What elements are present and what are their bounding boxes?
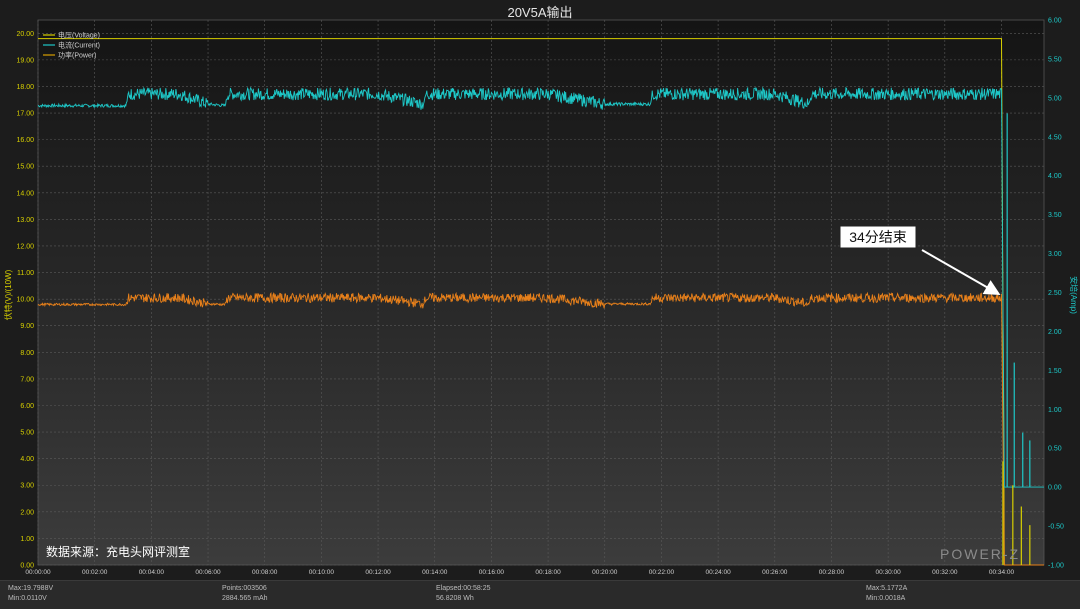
y-left-tick-label: 11.00	[17, 270, 34, 277]
footer-elapsed-stats: Elapsed:00:58:25 56.8208 Wh	[436, 584, 491, 604]
y-right-tick-label: 5.50	[1048, 56, 1062, 63]
x-tick-label: 00:26:00	[762, 569, 788, 576]
y-right-tick-label: 4.50	[1048, 134, 1062, 141]
y-left-tick-label: 1.00	[20, 536, 34, 543]
x-tick-label: 00:10:00	[309, 569, 335, 576]
watermark-logo: POWER-Z	[940, 546, 1020, 562]
y-right-tick-label: 2.00	[1048, 329, 1062, 336]
x-tick-label: 00:08:00	[252, 569, 278, 576]
energy: 56.8208 Wh	[436, 595, 474, 602]
x-tick-label: 00:00:00	[25, 569, 51, 576]
x-tick-label: 00:02:00	[82, 569, 108, 576]
legend-label: 电流(Current)	[58, 41, 100, 50]
x-tick-label: 00:18:00	[535, 569, 561, 576]
y-right-tick-label: 2.50	[1048, 290, 1062, 297]
y-right-tick-label: 0.00	[1048, 485, 1062, 492]
y-left-tick-label: 5.00	[20, 430, 34, 437]
y-axis-right-label: 安培(Amp)	[1069, 276, 1079, 314]
chart-window: 20V5A输出 0.00 1.00 2.00 3.00 4.00 5.00 6.00 7.00…	[0, 0, 1080, 609]
x-tick-label: 00:34:00	[989, 569, 1015, 576]
y-left-tick-label: 19.00	[16, 57, 34, 64]
elapsed: Elapsed:00:58:25	[436, 585, 491, 592]
y-left-tick-label: 20.00	[16, 31, 34, 38]
legend-label: 电压(Voltage)	[58, 31, 100, 40]
x-tick-label: 00:14:00	[422, 569, 448, 576]
x-tick-label: 00:22:00	[649, 569, 675, 576]
x-tick-label: 00:04:00	[139, 569, 165, 576]
x-tick-label: 00:28:00	[819, 569, 845, 576]
y-right-tick-label: -1.00	[1048, 563, 1064, 570]
annotation-text: 34分结束	[849, 229, 907, 245]
min-current: Min:0.0018A	[866, 595, 906, 602]
y-right-tick-label: 3.00	[1048, 251, 1062, 258]
y-axis-left-label: 伏特(V)/(10W)	[3, 269, 13, 320]
capacity: 2884.565 mAh	[222, 595, 268, 602]
legend: 电压(Voltage)电流(Current)功率(Power)	[43, 31, 100, 60]
y-left-tick-label: 18.00	[16, 84, 34, 91]
y-right-tick-label: 0.50	[1048, 446, 1062, 453]
legend-label: 功率(Power)	[58, 51, 97, 60]
y-left-tick-label: 15.00	[16, 164, 34, 171]
footer-voltage-stats: Max:19.7988V Min:0.0110V	[8, 584, 53, 604]
y-left-tick-label: 6.00	[20, 403, 34, 410]
y-left-tick-label: 3.00	[20, 483, 34, 490]
y-left-tick-label: 17.00	[16, 111, 34, 118]
y-left-tick-label: 10.00	[16, 297, 34, 304]
max-current: Max:5.1772A	[866, 585, 908, 592]
y-right-tick-label: 5.00	[1048, 95, 1062, 102]
x-tick-label: 00:32:00	[932, 569, 958, 576]
x-tick-label: 00:20:00	[592, 569, 618, 576]
min-voltage: Min:0.0110V	[8, 595, 47, 602]
chart-canvas: 0.00 1.00 2.00 3.00 4.00 5.00 6.00 7.00 8.00 9.00…	[3, 18, 1079, 577]
source-note: 数据来源：充电头网评测室	[46, 544, 190, 559]
y-left-tick-label: 7.00	[20, 376, 34, 383]
footer-current-stats: Max:5.1772A Min:0.0018A	[866, 584, 907, 604]
footer-points-stats: Points:003506 2884.565 mAh	[222, 584, 268, 604]
y-right-tick-label: 1.00	[1048, 407, 1062, 414]
y-left-tick-label: 16.00	[16, 137, 34, 144]
status-footer: Max:19.7988V Min:0.0110V Points:003506 2…	[0, 580, 1080, 609]
y-left-tick-label: 14.00	[16, 190, 34, 197]
y-left-tick-label: 8.00	[20, 350, 34, 357]
max-voltage: Max:19.7988V	[8, 585, 54, 592]
y-right-tick-label: 6.00	[1048, 18, 1062, 25]
x-tick-label: 00:24:00	[705, 569, 731, 576]
y-right-tick-label: 1.50	[1048, 368, 1062, 375]
y-left-tick-label: 4.00	[20, 456, 34, 463]
y-left-tick-label: 9.00	[20, 323, 34, 330]
y-left-tick-label: 13.00	[16, 217, 34, 224]
x-tick-label: 00:12:00	[365, 569, 391, 576]
x-tick-label: 00:30:00	[875, 569, 901, 576]
x-tick-label: 00:06:00	[195, 569, 221, 576]
y-left-tick-label: 2.00	[20, 509, 34, 516]
points: Points:003506	[222, 585, 267, 592]
y-right-tick-label: -0.50	[1048, 524, 1064, 531]
x-tick-label: 00:16:00	[479, 569, 505, 576]
y-right-tick-label: 4.00	[1048, 173, 1062, 180]
y-left-tick-label: 12.00	[16, 243, 34, 250]
y-right-tick-label: 3.50	[1048, 212, 1062, 219]
